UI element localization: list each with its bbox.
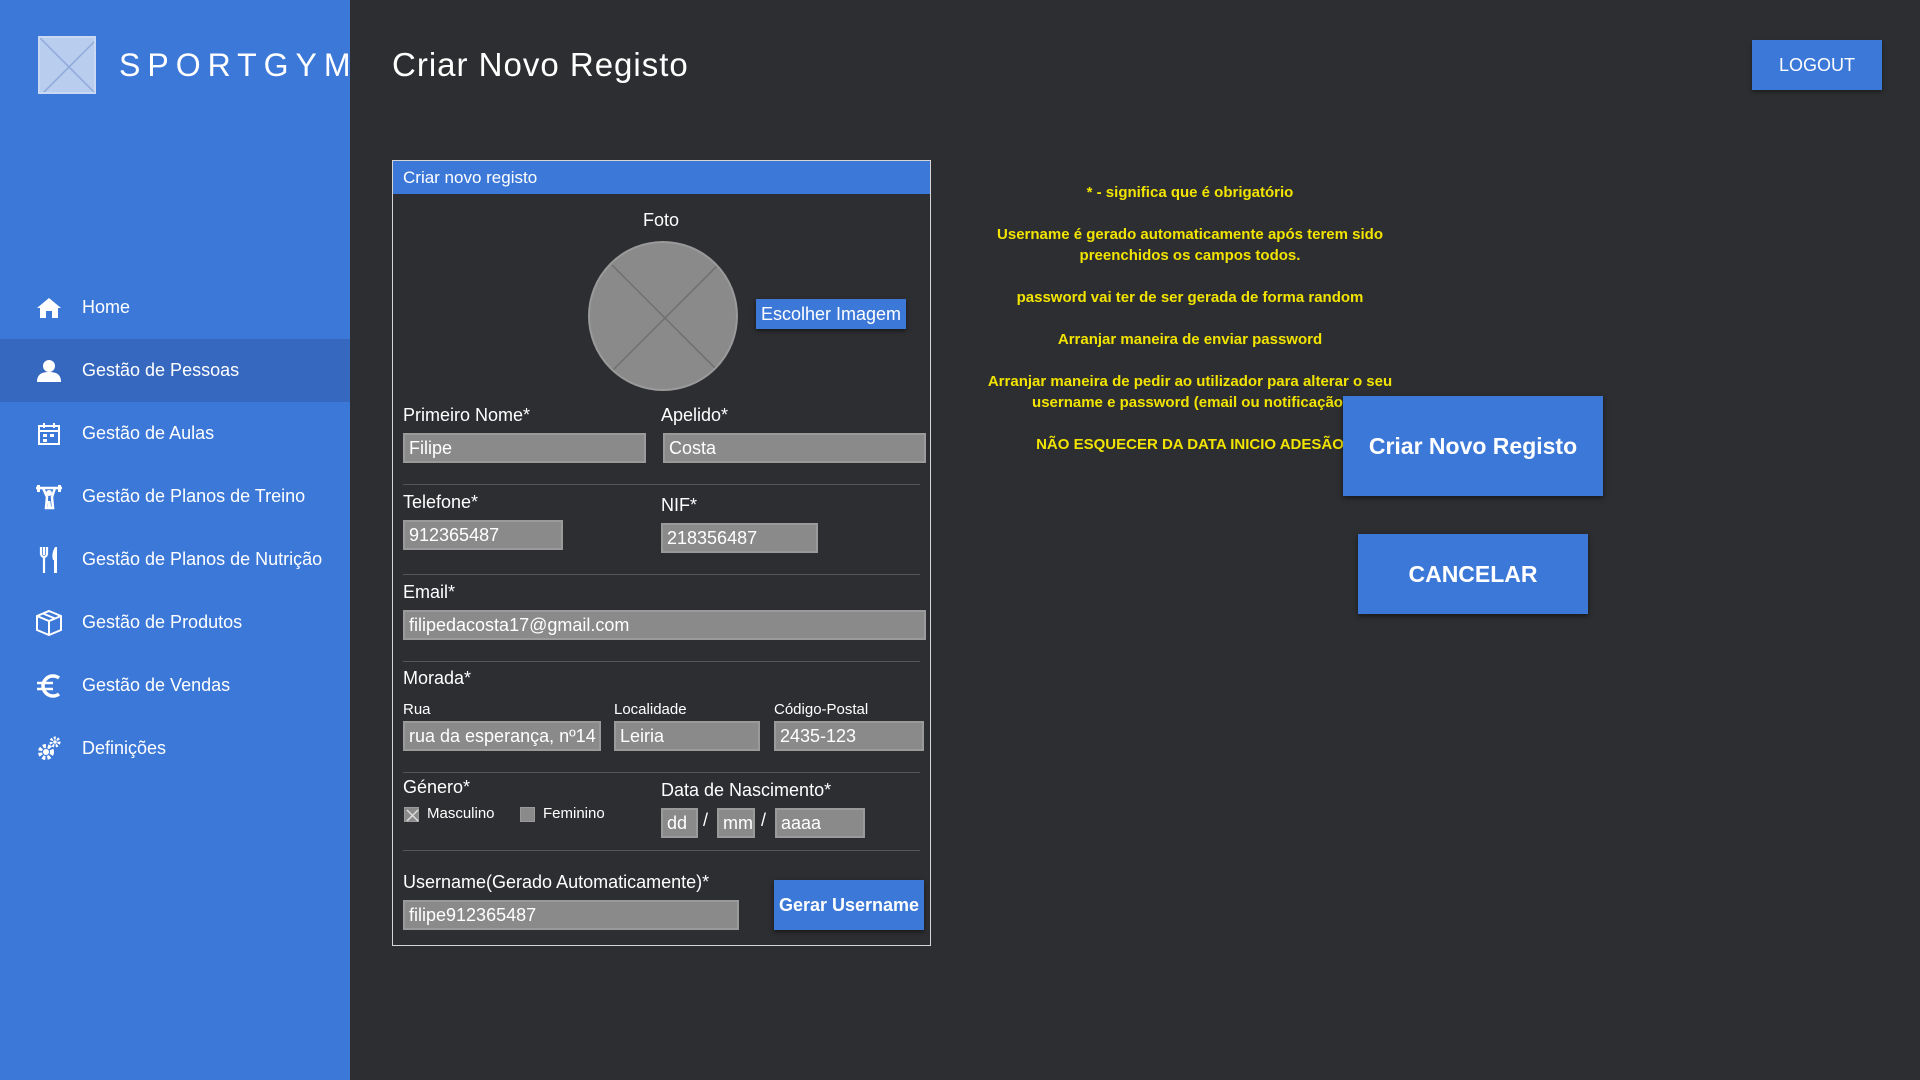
- sidebar-item-label: Gestão de Pessoas: [82, 360, 240, 380]
- logo-image-icon: [38, 36, 96, 94]
- locality-label: Localidade: [614, 701, 687, 718]
- choose-image-button[interactable]: Escolher Imagem: [756, 299, 906, 329]
- date-separator: /: [761, 810, 767, 830]
- photo-placeholder-icon[interactable]: [588, 241, 738, 391]
- sidebar-nav: Home Gestão de Pessoas Gestão de Aulas G…: [0, 276, 350, 780]
- sidebar-item-label: Gestão de Vendas: [82, 675, 231, 695]
- divider: [403, 574, 920, 575]
- first-name-input[interactable]: Filipe: [403, 433, 646, 463]
- gender-label: Género*: [403, 777, 471, 797]
- divider: [403, 661, 920, 662]
- sidebar-item-label: Gestão de Planos de Treino: [82, 486, 306, 506]
- date-separator: /: [703, 810, 709, 830]
- email-input[interactable]: filipedacosta17@gmail.com: [403, 610, 926, 640]
- divider: [403, 850, 920, 851]
- note-text: * - significa que é obrigatório: [1086, 184, 1294, 201]
- gender-male-label: Masculino: [427, 805, 495, 822]
- birth-month-input[interactable]: mm: [717, 808, 755, 838]
- first-name-label: Primeiro Nome*: [403, 405, 531, 425]
- fork-knife-icon: [34, 545, 64, 575]
- photo-label: Foto: [643, 210, 680, 230]
- logout-button[interactable]: LOGOUT: [1752, 40, 1882, 90]
- gender-male-checkbox[interactable]: [404, 807, 419, 822]
- postal-code-input[interactable]: 2435-123: [774, 721, 924, 751]
- sidebar-item-treino[interactable]: Gestão de Planos de Treino: [0, 465, 350, 528]
- calendar-icon: [34, 419, 64, 449]
- create-record-button[interactable]: Criar Novo Registo: [1343, 396, 1603, 496]
- page-title: Criar Novo Registo: [392, 46, 689, 83]
- sidebar-item-definicoes[interactable]: Definições: [0, 717, 350, 780]
- note-text: Arranjar maneira de enviar password: [1057, 331, 1323, 348]
- sidebar-item-vendas[interactable]: Gestão de Vendas: [0, 654, 350, 717]
- sidebar-item-aulas[interactable]: Gestão de Aulas: [0, 402, 350, 465]
- home-icon: [34, 293, 64, 323]
- birth-year-input[interactable]: aaaa: [775, 808, 865, 838]
- sidebar-item-nutricao[interactable]: Gestão de Planos de Nutrição: [0, 528, 350, 591]
- email-label: Email*: [403, 582, 456, 602]
- gender-female-label: Feminino: [543, 805, 605, 822]
- address-label: Morada*: [403, 668, 472, 688]
- sidebar-item-produtos[interactable]: Gestão de Produtos: [0, 591, 350, 654]
- sidebar-item-label: Gestão de Planos de Nutrição: [82, 549, 323, 569]
- sidebar-item-label: Gestão de Produtos: [82, 612, 243, 632]
- note-text: password vai ter de ser gerada de forma …: [1016, 289, 1364, 306]
- box-icon: [34, 608, 64, 638]
- last-name-input[interactable]: Costa: [663, 433, 926, 463]
- sidebar-item-home[interactable]: Home: [0, 276, 350, 339]
- username-label: Username(Gerado Automaticamente)*: [403, 872, 710, 892]
- sidebar-item-label: Gestão de Aulas: [82, 423, 215, 443]
- sidebar-item-label: Home: [82, 297, 131, 317]
- generate-username-button[interactable]: Gerar Username: [774, 880, 924, 930]
- phone-input[interactable]: 912365487: [403, 520, 563, 550]
- person-icon: [34, 356, 64, 386]
- sidebar-item-pessoas[interactable]: Gestão de Pessoas: [0, 339, 350, 402]
- app-name: SPORTGYM: [119, 46, 358, 83]
- last-name-label: Apelido*: [661, 405, 729, 425]
- birth-day-input[interactable]: dd: [661, 808, 698, 838]
- create-record-panel: Criar novo registo Foto Escolher Imagem …: [392, 160, 931, 946]
- gender-female-checkbox[interactable]: [520, 807, 535, 822]
- euro-icon: [34, 671, 64, 701]
- panel-title: Criar novo registo: [393, 161, 930, 194]
- street-input[interactable]: rua da esperança, nº14: [403, 721, 601, 751]
- postal-code-label: Código-Postal: [774, 701, 869, 718]
- locality-input[interactable]: Leiria: [614, 721, 760, 751]
- logo: SPORTGYM: [38, 36, 358, 94]
- nif-label: NIF*: [661, 495, 697, 515]
- phone-label: Telefone*: [403, 492, 479, 512]
- sidebar: SPORTGYM Home Gestão de Pessoas Gestão d…: [0, 0, 351, 1080]
- birth-date-label: Data de Nascimento*: [661, 780, 832, 800]
- divider: [403, 484, 920, 485]
- cancel-button[interactable]: CANCELAR: [1358, 534, 1588, 614]
- weightlifter-icon: [34, 482, 64, 512]
- sidebar-item-label: Definições: [82, 738, 167, 758]
- note-text: Username é gerado automaticamente após t…: [997, 226, 1383, 264]
- street-label: Rua: [403, 701, 431, 718]
- nif-input[interactable]: 218356487: [661, 523, 818, 553]
- username-input[interactable]: filipe912365487: [403, 900, 739, 930]
- gears-icon: [34, 734, 64, 764]
- divider: [403, 772, 920, 773]
